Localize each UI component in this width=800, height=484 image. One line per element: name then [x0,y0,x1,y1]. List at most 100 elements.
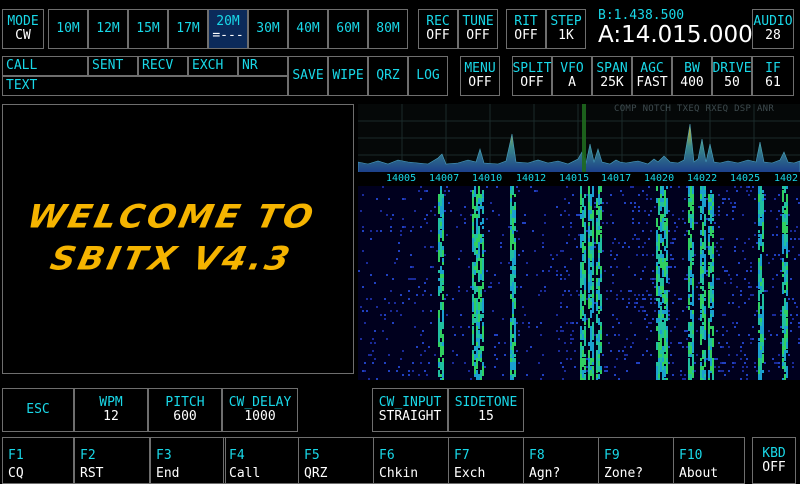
qrz-button[interactable]: QRZ [368,56,408,96]
tune-button[interactable]: TUNE OFF [458,9,498,49]
f1-macro-button[interactable]: F1 CQ [2,437,74,484]
waterfall-pixel [638,246,640,248]
f3-macro-button[interactable]: F3 End [150,437,226,484]
waterfall-pixel [660,206,662,211]
waterfall-pixel [664,306,666,309]
kbd-button[interactable]: KBD OFF [752,437,796,484]
save-button[interactable]: SAVE [288,56,328,96]
f9-macro-button[interactable]: F9 Zone? [598,437,674,484]
audio-button[interactable]: AUDIO 28 [752,9,794,49]
waterfall-pixel [630,322,632,324]
waterfall-pixel [704,222,706,225]
waterfall-pixel [724,374,726,376]
cw-input-control[interactable]: CW_INPUT STRAIGHT [372,388,448,432]
split-button[interactable]: SPLIT OFF [512,56,552,96]
recv-field[interactable]: RECV [138,56,188,76]
menu-button[interactable]: MENU OFF [460,56,500,96]
waterfall-pixel [372,350,374,352]
f7-macro-button[interactable]: F7 Exch [448,437,524,484]
band-30m-button[interactable]: 30M [248,9,288,49]
rit-button[interactable]: RIT OFF [506,9,546,49]
waterfall-pixel [560,250,562,252]
waterfall-pixel [476,262,478,273]
waterfall-pixel [702,298,704,304]
agc-button[interactable]: AGC FAST [632,56,672,96]
pitch-control[interactable]: PITCH 600 [148,388,222,432]
wpm-control[interactable]: WPM 12 [74,388,148,432]
f10-macro-button[interactable]: F10 About [673,437,745,484]
exch-field[interactable]: EXCH [188,56,238,76]
waterfall-pixel [370,230,372,232]
nr-field[interactable]: NR [238,56,288,76]
waterfall-pixel [690,222,692,228]
waterfall-pixel [586,370,588,372]
esc-button[interactable]: ESC [2,388,74,432]
vfo-button[interactable]: VFO A [552,56,592,96]
waterfall-pixel [516,322,518,324]
waterfall-pixel [612,326,614,328]
waterfall-pixel [486,186,488,188]
waterfall-pixel [690,270,692,277]
waterfall-pixel [702,286,704,291]
bw-button[interactable]: BW 400 [672,56,712,96]
spectrum-display[interactable] [358,104,800,174]
waterfall-pixel [728,198,730,200]
waterfall-pixel [592,186,594,197]
wipe-button[interactable]: WIPE [328,56,368,96]
step-button[interactable]: STEP 1K [546,9,586,49]
waterfall-pixel [584,194,586,198]
waterfall-pixel [422,294,424,296]
waterfall-pixel [640,306,642,308]
waterfall-pixel [652,254,654,256]
sent-field[interactable]: SENT [88,56,138,76]
band-40m-button[interactable]: 40M [288,9,328,49]
f6-macro-button[interactable]: F6 Chkin [373,437,449,484]
waterfall-pixel [596,282,598,289]
f2-macro-button[interactable]: F2 RST [74,437,150,484]
waterfall-pixel [592,322,594,326]
waterfall-pixel [598,358,600,361]
band-10m-button[interactable]: 10M [48,9,88,49]
f8-macro-button[interactable]: F8 Agn? [523,437,599,484]
waterfall-pixel [760,194,762,198]
waterfall-pixel [670,254,672,256]
waterfall-pixel [736,354,738,356]
waterfall-pixel [426,214,428,216]
waterfall-pixel [762,286,764,292]
waterfall-pixel [470,378,472,380]
text-field[interactable]: TEXT [2,76,288,96]
span-button[interactable]: SPAN 25K [592,56,632,96]
waterfall-pixel [668,310,670,312]
f4-macro-button[interactable]: F4 Call [223,437,299,484]
drive-button[interactable]: DRIVE 50 [712,56,752,96]
sidetone-control[interactable]: SIDETONE 15 [448,388,524,432]
waterfall-pixel [558,350,560,352]
mode-button[interactable]: MODE CW [2,9,44,49]
waterfall-pixel [594,202,596,204]
waterfall-pixel [754,222,756,224]
band-60m-button[interactable]: 60M [328,9,368,49]
waterfall-pixel [556,330,558,332]
cw-delay-control[interactable]: CW_DELAY 1000 [222,388,298,432]
band-17m-button[interactable]: 17M [168,9,208,49]
waterfall-display[interactable] [358,186,800,380]
log-button[interactable]: LOG [408,56,448,96]
rec-button[interactable]: REC OFF [418,9,458,49]
waterfall-pixel [746,366,748,368]
waterfall-pixel [438,254,440,262]
band-15m-button[interactable]: 15M [128,9,168,49]
waterfall-pixel [786,214,788,225]
agc-value: FAST [636,75,668,90]
waterfall-pixel [696,286,698,288]
band-80m-button[interactable]: 80M [368,9,408,49]
call-field[interactable]: CALL [2,56,88,76]
waterfall-pixel [702,202,704,214]
band-20m-button[interactable]: 20M =--- [208,9,248,49]
waterfall-pixel [404,226,406,228]
waterfall-pixel [678,342,680,344]
band-12m-button[interactable]: 12M [88,9,128,49]
vfo-a-frequency[interactable]: A:14.015.000 [598,22,753,48]
f5-macro-button[interactable]: F5 QRZ [298,437,374,484]
waterfall-pixel [598,250,600,253]
if-button[interactable]: IF 61 [752,56,794,96]
